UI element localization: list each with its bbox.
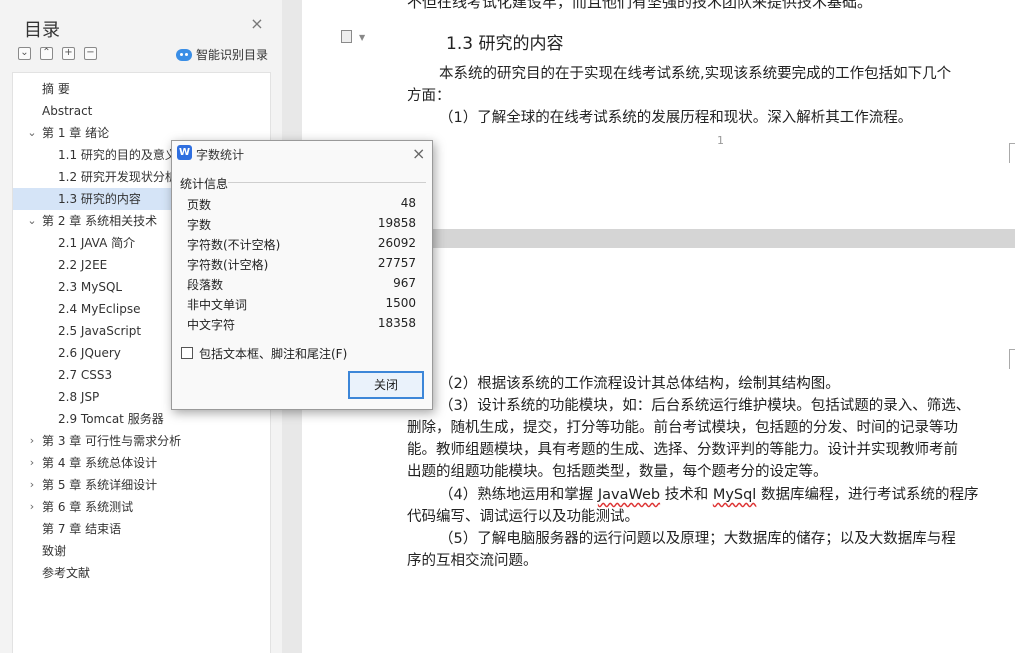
close-button[interactable]: 关闭 xyxy=(348,371,424,399)
toc-item-label: 第 4 章 系统总体设计 xyxy=(42,456,158,470)
word-count-dialog: W 字数统计 × 统计信息 页数 48 字数 19858 字符数(不计空格) 26092 字… xyxy=(171,140,433,410)
toc-item-label: 第 5 章 系统详细设计 xyxy=(42,478,158,492)
smart-toc-label: 智能识别目录 xyxy=(196,48,269,62)
toc-item-label: 第 3 章 可行性与需求分析 xyxy=(42,434,182,448)
toc-item[interactable]: 致谢 xyxy=(13,540,270,562)
document-icon[interactable] xyxy=(341,30,352,43)
toc-item[interactable]: › 第 5 章 系统详细设计 xyxy=(13,474,270,496)
chevron-down-icon[interactable]: ⌄ xyxy=(27,210,37,232)
chevron-down-icon[interactable]: ▼ xyxy=(359,33,365,42)
margin-mark xyxy=(1009,349,1015,369)
doc-paragraph-line: （3）设计系统的功能模块，如：后台系统运行维护模块。包括试题的录入、筛选、 xyxy=(439,398,971,414)
toc-item-label: 2.3 MySQL xyxy=(58,280,123,294)
toc-item-label: 1.2 研究开发现状分析 xyxy=(58,170,177,184)
text-run: （4）熟练地运用和掌握 xyxy=(439,487,598,503)
stat-value: 1500 xyxy=(385,296,416,310)
stat-label: 字数 xyxy=(187,218,212,232)
toc-item-label: 2.1 JAVA 简介 xyxy=(58,236,136,250)
toc-item-label: 致谢 xyxy=(42,544,67,558)
toc-item-label: 2.7 CSS3 xyxy=(58,368,113,382)
toc-item-label: 2.8 JSP xyxy=(58,390,100,404)
stat-label: 中文字符 xyxy=(187,318,236,332)
toc-item-label: 2.2 J2EE xyxy=(58,258,108,272)
include-footnotes-label[interactable]: 包括文本框、脚注和尾注(F) xyxy=(199,345,347,362)
toc-item[interactable]: 参考文献 xyxy=(13,562,270,584)
toc-item-label: 1.3 研究的内容 xyxy=(58,192,141,206)
toc-item[interactable]: › 第 4 章 系统总体设计 xyxy=(13,452,270,474)
chevron-down-icon[interactable]: ⌄ xyxy=(27,122,37,144)
toc-item-label: 1.1 研究的目的及意义 xyxy=(58,148,177,162)
toc-item-label: 第 2 章 系统相关技术 xyxy=(42,214,158,228)
chevron-right-icon[interactable]: › xyxy=(27,452,37,474)
spellcheck-word[interactable]: MySql xyxy=(713,487,757,503)
add-heading-icon[interactable]: + xyxy=(62,47,75,60)
toc-item-label: 2.5 JavaScript xyxy=(58,324,142,338)
doc-paragraph-line: （1）了解全球的在线考试系统的发展历程和现状。深入解析其工作流程。 xyxy=(439,110,913,126)
doc-paragraph-line: 本系统的研究目的在于实现在线考试系统,实现该系统要完成的工作包括如下几个 xyxy=(439,66,952,82)
chevron-right-icon[interactable]: › xyxy=(27,474,37,496)
section-heading: 1.3 研究的内容 xyxy=(446,34,564,54)
toc-item-label: 2.4 MyEclipse xyxy=(58,302,141,316)
expand-down-icon[interactable]: ⌄ xyxy=(18,47,31,60)
text-run: 数据库编程，进行考试系统的程序 xyxy=(756,487,979,503)
toc-item-label: 参考文献 xyxy=(42,566,91,580)
wps-logo-icon: W xyxy=(177,145,192,160)
doc-paragraph-line: 方面： xyxy=(407,88,451,104)
include-footnotes-checkbox[interactable] xyxy=(181,347,193,359)
stat-value: 26092 xyxy=(377,236,416,250)
margin-mark xyxy=(1009,143,1015,163)
doc-paragraph-line: （4）熟练地运用和掌握 JavaWeb 技术和 MySql 数据库编程，进行考试… xyxy=(439,484,978,507)
toc-item-label: 摘 要 xyxy=(42,82,70,96)
stats-section-label: 统计信息 xyxy=(180,177,229,191)
stat-label: 非中文单词 xyxy=(187,298,248,312)
toc-item[interactable]: 2.9 Tomcat 服务器 xyxy=(13,408,270,430)
smart-toc-button[interactable]: 智能识别目录 xyxy=(176,46,268,63)
doc-paragraph-cut: 不但在线考试化建设牢，而且他们有坚强的技术团队来提供技术基础。 xyxy=(407,0,873,11)
toc-item[interactable]: Abstract xyxy=(13,100,270,122)
toc-item-label: 2.9 Tomcat 服务器 xyxy=(58,412,164,426)
stat-label: 字符数(计空格) xyxy=(187,258,269,272)
toc-item-label: 2.6 JQuery xyxy=(58,346,121,360)
remove-heading-icon[interactable]: − xyxy=(84,47,97,60)
doc-paragraph-line: 能。教师组题模块，具有考题的生成、选择、分数评判的等能力。设计并实现教师考前 xyxy=(407,442,958,458)
toc-item[interactable]: › 第 3 章 可行性与需求分析 xyxy=(13,430,270,452)
toc-item-label: Abstract xyxy=(42,104,93,118)
stat-label: 段落数 xyxy=(187,278,224,292)
toc-title: 目录 xyxy=(24,20,60,41)
toc-item-label: 第 6 章 系统测试 xyxy=(42,500,134,514)
text-run: 技术和 xyxy=(660,487,713,503)
stat-value: 19858 xyxy=(377,216,416,230)
toc-item-label: 第 7 章 结束语 xyxy=(42,522,122,536)
collapse-up-icon[interactable]: ⌃ xyxy=(40,47,53,60)
close-icon[interactable]: × xyxy=(412,144,425,163)
chevron-right-icon[interactable]: › xyxy=(27,430,37,452)
stat-value: 967 xyxy=(393,276,416,290)
toc-toolbar: ⌄ ⌃ + − xyxy=(18,47,97,60)
dialog-titlebar[interactable]: W 字数统计 × xyxy=(172,141,432,165)
spellcheck-word[interactable]: JavaWeb xyxy=(598,487,660,503)
divider xyxy=(228,182,426,183)
toc-item[interactable]: 摘 要 xyxy=(13,78,270,100)
stat-label: 字符数(不计空格) xyxy=(187,238,281,252)
doc-paragraph-line: 删除，随机生成，提交，打分等功能。前台考试模块，包括题的分发、时间的记录等功 xyxy=(407,420,958,436)
dialog-title: 字数统计 xyxy=(196,148,245,162)
chevron-right-icon[interactable]: › xyxy=(27,496,37,518)
toc-item-label: 第 1 章 绪论 xyxy=(42,126,110,140)
stat-value: 48 xyxy=(400,196,416,210)
doc-paragraph-line: （5）了解电脑服务器的运行问题以及原理；大数据库的储存；以及大数据库与程 xyxy=(439,531,956,547)
stat-value: 27757 xyxy=(377,256,416,270)
doc-paragraph-line: 出题的组题功能模块。包括题类型，数量，每个题考分的设定等。 xyxy=(407,464,828,480)
ai-cloud-icon xyxy=(176,48,192,61)
doc-paragraph-line: （2）根据该系统的工作流程设计其总体结构，绘制其结构图。 xyxy=(439,376,840,392)
stat-label: 页数 xyxy=(187,198,212,212)
toc-close-icon[interactable]: × xyxy=(250,16,264,32)
doc-paragraph-line: 代码编写、调试运行以及功能测试。 xyxy=(407,509,639,525)
stat-value: 18358 xyxy=(377,316,416,330)
toc-item[interactable]: › 第 6 章 系统测试 xyxy=(13,496,270,518)
page-number: 1 xyxy=(717,134,724,147)
toc-item[interactable]: 第 7 章 结束语 xyxy=(13,518,270,540)
doc-paragraph-line: 序的互相交流问题。 xyxy=(407,553,538,569)
